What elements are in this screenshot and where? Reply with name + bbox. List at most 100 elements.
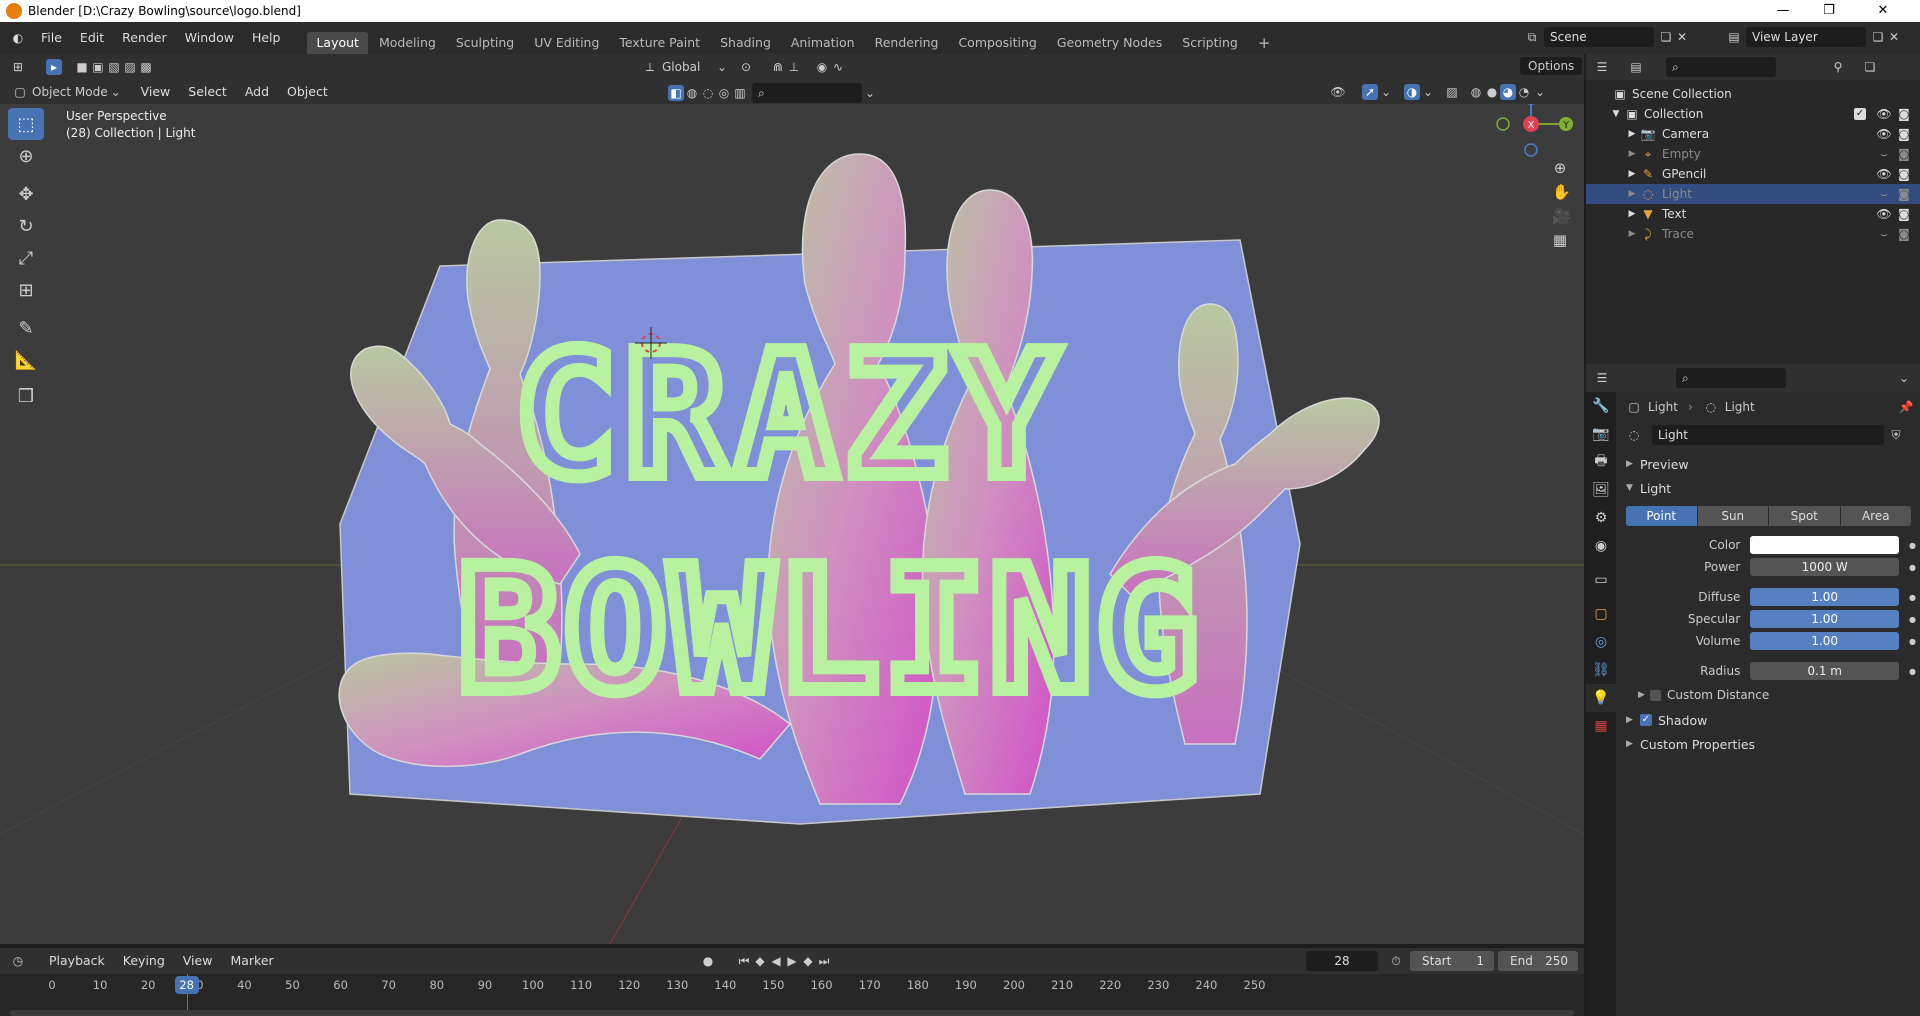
shading-solid-icon[interactable]: ● [1484,84,1500,100]
prev-keyframe-icon[interactable]: ◆ [752,953,768,969]
panel-custom-properties[interactable]: ▶ Custom Properties [1626,732,1916,756]
play-reverse-icon[interactable]: ◀ [768,953,784,969]
eye-closed-icon[interactable]: ⌣ [1876,186,1892,202]
light-data-tab-icon[interactable]: 💡 [1586,684,1616,712]
render-camera-icon[interactable]: ◙ [1896,186,1912,202]
outliner-search-field[interactable]: ⌕ [1666,57,1776,77]
expand-arrow-icon[interactable]: ▶ [1624,166,1640,182]
shading-material-icon[interactable]: ◕ [1500,84,1516,100]
render-tab-icon[interactable]: 📷 [1586,420,1616,448]
new-view-layer-icon[interactable]: ❏ [1870,29,1886,45]
tab-rendering[interactable]: Rendering [866,32,948,54]
navigation-gizmo[interactable]: X Y Z [1496,104,1573,157]
keyframe-dot-icon[interactable]: ● [1909,593,1916,602]
viewport-menu-view[interactable]: View [132,80,180,104]
maximize-button[interactable]: ❐ [1806,0,1852,22]
output-tab-icon[interactable]: 🖶 [1586,448,1616,476]
close-button[interactable]: ✕ [1860,0,1906,22]
filter-light-icon[interactable]: ◌ [700,85,716,101]
shadow-checkbox[interactable]: ✓ [1640,714,1652,726]
render-camera-icon[interactable]: ◙ [1896,146,1912,162]
tab-compositing[interactable]: Compositing [949,32,1045,54]
view-layer-tab-icon[interactable]: 🖼 [1586,476,1616,504]
move-tool-icon[interactable]: ✥ [8,178,44,210]
end-frame-field[interactable]: End 250 [1498,951,1578,971]
tab-shading[interactable]: Shading [711,32,780,54]
editor-type-icon[interactable]: ⊞ [10,59,26,75]
visibility-icon[interactable]: 👁 [1330,84,1346,100]
outliner-item-camera[interactable]: ▶ 📷 Camera 👁 ◙ [1586,124,1920,144]
exclude-checkbox[interactable]: ✓ [1854,108,1866,120]
expand-arrow-icon[interactable]: ▶ [1624,186,1640,202]
properties-search-field[interactable]: ⌕ [1676,368,1786,388]
outliner-item-trace[interactable]: ▶ ⤸ Trace ⌣ ◙ [1586,224,1920,244]
filter-world-icon[interactable]: ◎ [716,85,732,101]
chevron-down-icon[interactable]: ⌄ [1420,84,1436,100]
menu-file[interactable]: File [32,22,71,54]
transform-tool-icon[interactable]: ⊞ [8,274,44,306]
mode-invert-icon[interactable]: ▨ [122,59,138,75]
outliner-item-text[interactable]: ▶ ▼ Text 👁 ◙ [1586,204,1920,224]
overlays-icon[interactable]: ◑ [1404,84,1420,100]
blender-menu-icon[interactable]: ◐ [10,30,26,46]
menu-window[interactable]: Window [176,22,243,54]
new-scene-icon[interactable]: ❏ [1658,29,1674,45]
light-type-spot[interactable]: Spot [1769,506,1840,526]
mode-extend-icon[interactable]: ▣ [90,59,106,75]
eye-icon[interactable]: 👁 [1876,166,1892,182]
color-swatch[interactable] [1750,536,1900,554]
volume-slider[interactable]: 1.00 [1750,632,1900,650]
tab-layout[interactable]: Layout [307,32,368,54]
scene-tab-icon[interactable]: ⚙ [1586,504,1616,532]
snap-icon[interactable]: ⋒ [770,59,786,75]
datablock-name-field[interactable]: Light [1652,425,1884,445]
datablock-selector[interactable]: ◌ Light ⛨ [1626,422,1916,448]
object-tab-icon[interactable]: ▢ [1586,600,1616,628]
frame-ruler[interactable]: 0102030405060708090100110120130140150160… [0,974,1584,994]
zoom-icon[interactable]: ⊕ [1552,160,1568,176]
filter-material-icon[interactable]: ◍ [684,85,700,101]
render-camera-icon[interactable]: ◙ [1896,206,1912,222]
stopwatch-icon[interactable]: ⏱ [1388,953,1404,969]
delete-view-layer-icon[interactable]: ✕ [1886,29,1902,45]
custom-distance-subpanel[interactable]: ▶ Custom Distance [1638,682,1916,708]
mode-new-icon[interactable]: ■ [74,59,90,75]
minimize-button[interactable]: — [1760,0,1806,22]
properties-editor-icon[interactable]: ☰ [1594,370,1610,386]
keyframe-dot-icon[interactable]: ● [1909,637,1916,646]
scene-collection-row[interactable]: ▣ Scene Collection [1586,84,1920,104]
render-camera-icon[interactable]: ◙ [1896,106,1912,122]
proportional-edit-icon[interactable]: ◉ [814,59,830,75]
pan-hand-icon[interactable]: ✋ [1552,184,1571,200]
chevron-down-icon[interactable]: ⌄ [1378,84,1394,100]
filter-icon[interactable]: ⚲ [1830,59,1846,75]
tab-uv-editing[interactable]: UV Editing [525,32,608,54]
keyframe-dot-icon[interactable]: ● [1909,541,1916,550]
timeline-menu-marker[interactable]: Marker [221,948,282,974]
new-collection-icon[interactable]: ❏ [1862,59,1878,75]
timeline-editor-icon[interactable]: ◷ [10,953,26,969]
viewport-menu-add[interactable]: Add [236,80,278,104]
render-camera-icon[interactable]: ◙ [1896,126,1912,142]
eye-icon[interactable]: 👁 [1876,206,1892,222]
constraints-tab-icon[interactable]: ⛓ [1586,656,1616,684]
chevron-down-icon[interactable]: ⌄ [1532,84,1548,100]
mode-selector[interactable]: ▢ Object Mode ⌄ [12,84,124,100]
menu-render[interactable]: Render [113,22,176,54]
outliner-item-empty[interactable]: ▶ ⌖ Empty ⌣ ◙ [1586,144,1920,164]
chevron-down-icon[interactable]: ⌄ [862,85,878,101]
mode-subtract-icon[interactable]: ▧ [106,59,122,75]
fake-user-shield-icon[interactable]: ⛨ [1888,427,1904,443]
tab-geometry-nodes[interactable]: Geometry Nodes [1048,32,1171,54]
gizmo-toggle-icon[interactable]: ➚ [1362,84,1378,100]
rotate-tool-icon[interactable]: ↻ [8,210,44,242]
filter-render-icon[interactable]: ▥ [732,85,748,101]
playhead-frame-label[interactable]: 28 [174,976,199,994]
chevron-down-icon[interactable]: ⌄ [1896,370,1912,386]
tool-tab-icon[interactable]: 🔧 [1586,392,1616,420]
physics-tab-icon[interactable]: ◎ [1586,628,1616,656]
mode-intersect-icon[interactable]: ▩ [138,59,154,75]
viewport-search-field[interactable]: ⌕ [752,83,862,103]
diffuse-slider[interactable]: 1.00 [1750,588,1900,606]
annotate-tool-icon[interactable]: ✎ [8,312,44,344]
